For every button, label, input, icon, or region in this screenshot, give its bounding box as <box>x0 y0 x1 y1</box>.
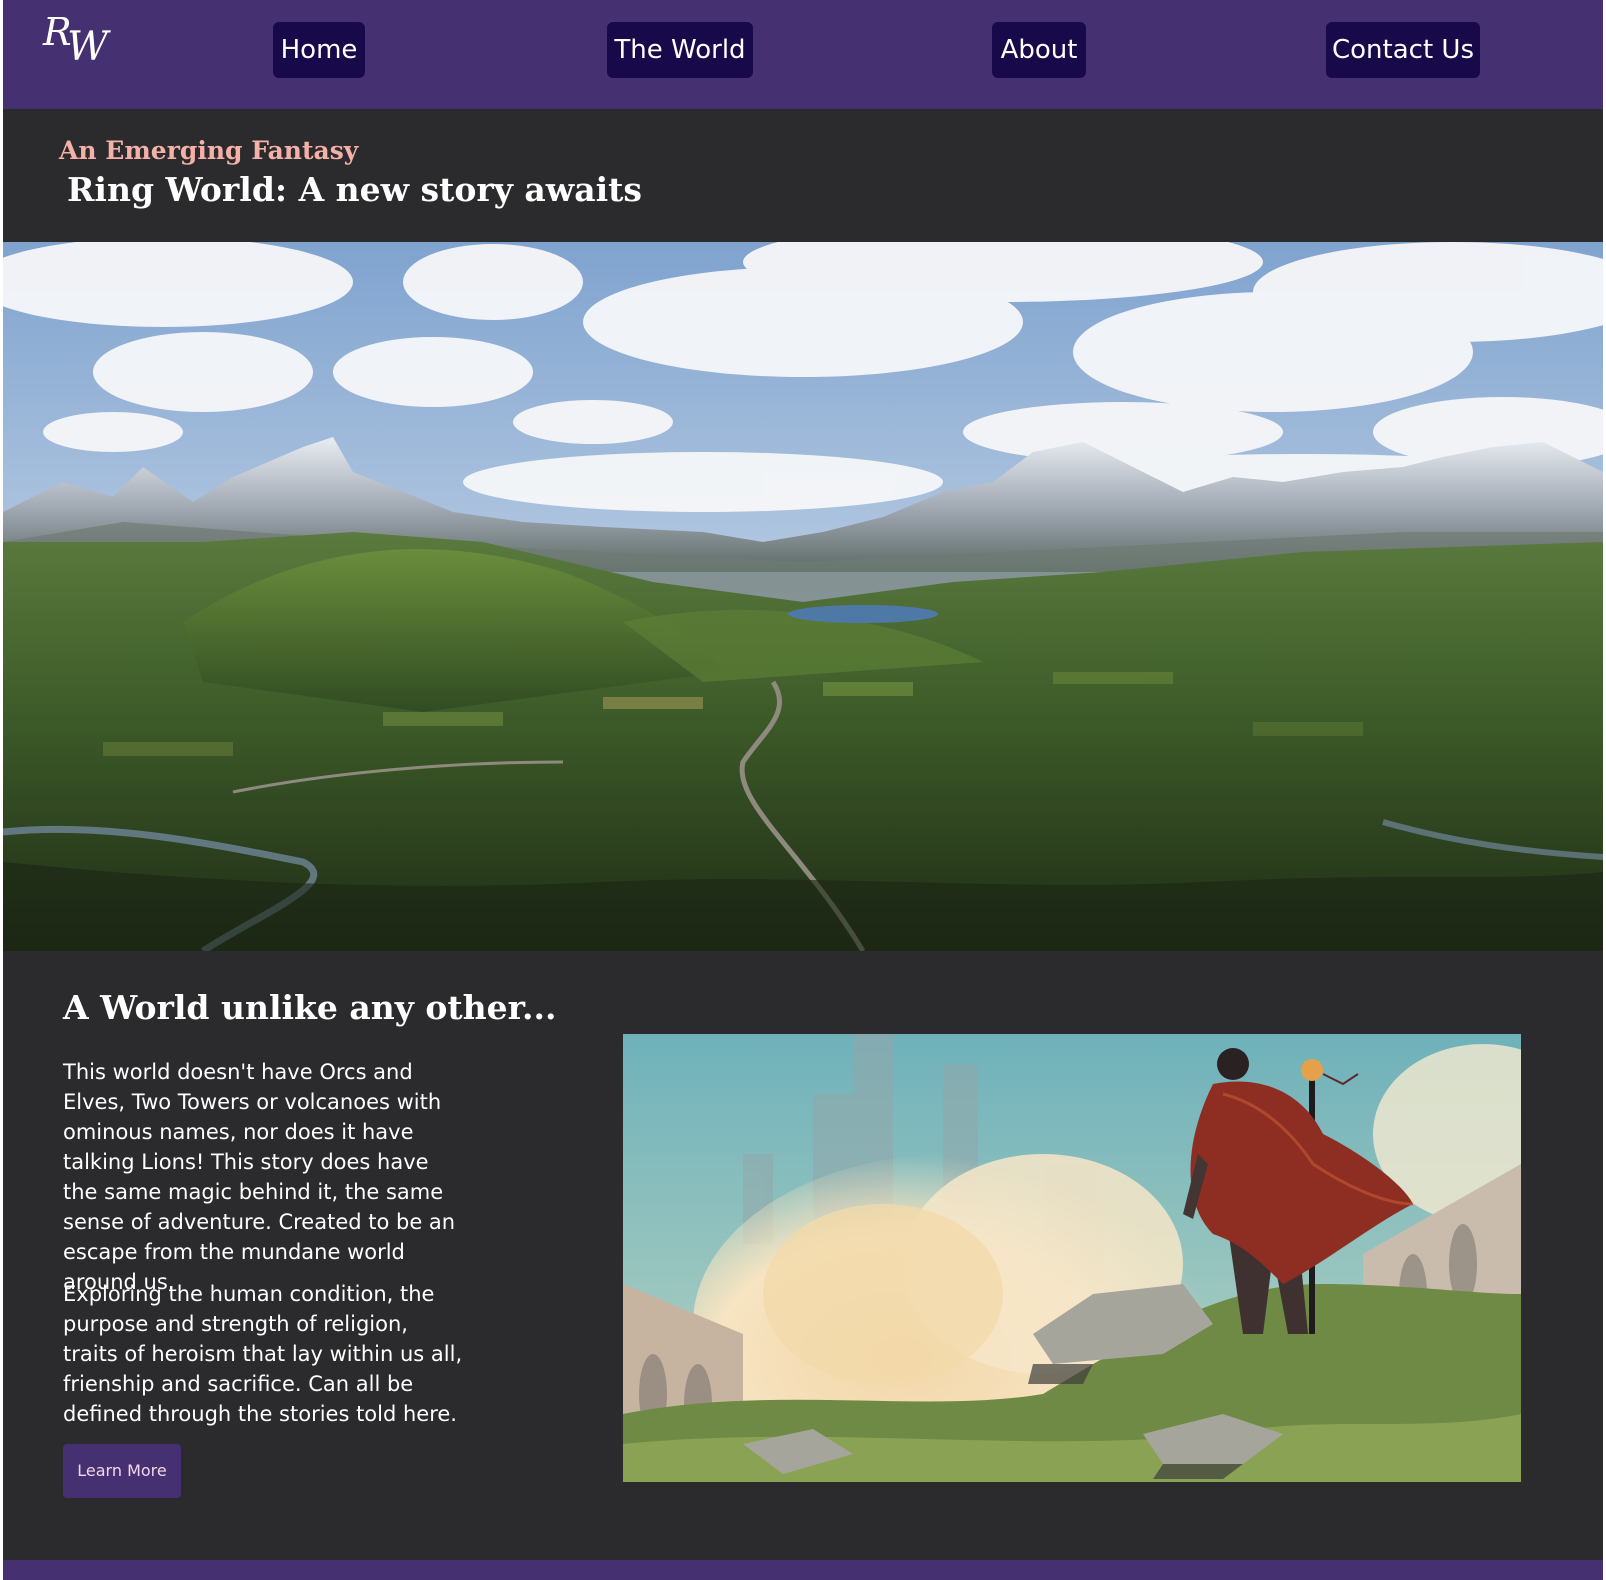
nav-the-world-button[interactable]: The World <box>607 22 753 78</box>
nav-contact-us-button[interactable]: Contact Us <box>1326 22 1480 78</box>
top-navbar: R W Home The World About Contact Us <box>3 0 1603 109</box>
section-title: A World unlike any other... <box>63 988 557 1027</box>
hero-wanderer-illustration <box>623 1034 1521 1482</box>
page: R W Home The World About Contact Us An E… <box>3 0 1603 1580</box>
hero-title: Ring World: A new story awaits <box>67 170 642 209</box>
footer-bar <box>3 1560 1603 1580</box>
nav-about-button[interactable]: About <box>992 22 1086 78</box>
intro-paragraph-1: This world doesn't have Orcs and Elves, … <box>63 1060 456 1294</box>
hero-landscape-image <box>3 242 1603 951</box>
nav-home-button[interactable]: Home <box>273 22 365 78</box>
intro-paragraph-2: Exploring the human condition, the purpo… <box>63 1282 463 1426</box>
hero-eyebrow: An Emerging Fantasy <box>59 136 359 165</box>
logo-letter-w: W <box>67 24 109 70</box>
learn-more-button[interactable]: Learn More <box>63 1444 181 1498</box>
site-logo[interactable]: R W <box>41 10 121 70</box>
